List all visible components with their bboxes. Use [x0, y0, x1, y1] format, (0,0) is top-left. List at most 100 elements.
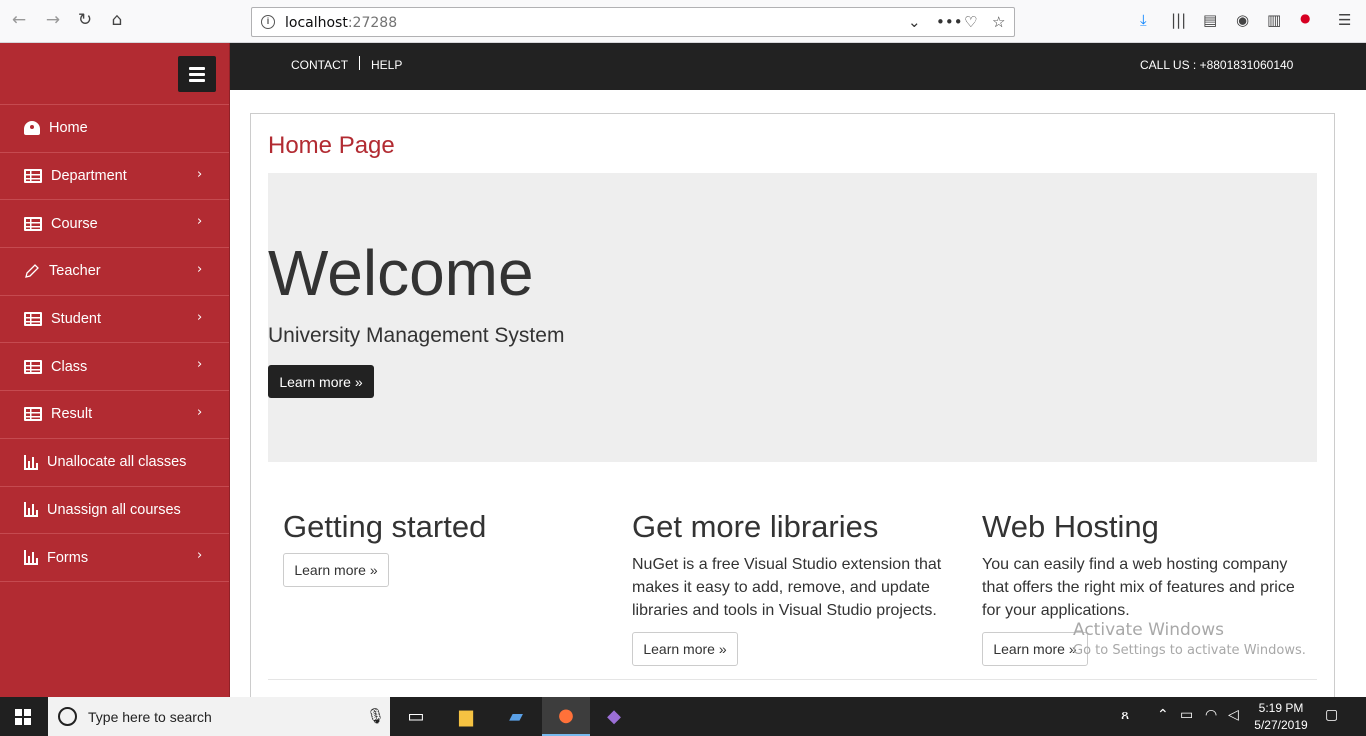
chevron-right-icon: › [197, 262, 203, 278]
taskbar: Type here to search 🎙 ▭ ▆ ▰ ● ◆ ጸ ⌃ ▭ ◠ … [0, 697, 1366, 736]
sidebar-item-label: Unassign all courses [47, 501, 181, 518]
chevron-right-icon: › [197, 214, 203, 230]
sidebar-item-course[interactable]: Course › [0, 200, 229, 249]
sidebar-item-label: Department [51, 168, 127, 185]
info-icon[interactable]: i [261, 15, 275, 29]
sidebar-list: Home Department › Course › Teacher › Student › Cl… [0, 105, 229, 582]
laptop-app-icon[interactable]: ▰ [492, 697, 540, 736]
pencil-icon [24, 263, 40, 279]
search-placeholder[interactable]: Type here to search [88, 709, 212, 725]
table-icon [24, 169, 42, 184]
sidebar-item-label: Student [51, 311, 101, 328]
sidebar-item-label: Home [49, 120, 88, 137]
show-hidden-icons-icon[interactable]: ⌃ [1157, 707, 1169, 723]
forward-icon[interactable]: → [42, 9, 64, 31]
sidebar-item-label: Result [51, 406, 93, 423]
extension-icon[interactable]: ▥ [1267, 11, 1281, 29]
watermark-subtitle: Go to Settings to activate Windows. [1073, 643, 1306, 658]
sidebar-item-unassign-all-courses[interactable]: Unassign all courses [0, 487, 229, 535]
bar-chart-icon [24, 550, 38, 566]
menu-icon[interactable]: ☰ [1338, 11, 1351, 29]
clock[interactable]: 5:19 PM 5/27/2019 [1250, 700, 1312, 734]
help-link[interactable]: HELP [371, 58, 402, 72]
table-icon [24, 359, 42, 374]
cortana-icon [58, 707, 77, 726]
url-text[interactable]: localhost:27288 [285, 15, 397, 31]
chevron-right-icon: › [197, 357, 203, 373]
call-us-text: CALL US : +8801831060140 [1140, 58, 1294, 72]
sidebar-item-forms[interactable]: Forms › [0, 534, 229, 582]
volume-icon[interactable]: ◁ [1228, 707, 1239, 723]
browser-toolbar: ← → ↻ ⌂ i localhost:27288 ⌄ ••• ♡ ☆ ⤓ ||… [0, 0, 1366, 43]
sidebar-toggle-icon[interactable]: ▤ [1203, 11, 1217, 29]
watermark-title: Activate Windows [1073, 620, 1224, 640]
page-title: Home Page [268, 132, 395, 159]
windows-start-icon[interactable] [15, 709, 32, 725]
sidebar-header [0, 43, 229, 105]
column-libraries: Get more libraries NuGet is a free Visua… [632, 509, 962, 666]
sidebar-item-teacher[interactable]: Teacher › [0, 248, 229, 296]
chevron-right-icon: › [197, 548, 203, 564]
jumbotron: Welcome University Management System Lea… [268, 173, 1317, 462]
wifi-icon[interactable]: ◠ [1205, 707, 1217, 723]
bar-chart-icon [24, 454, 38, 470]
task-view-icon[interactable]: ▭ [392, 697, 440, 736]
sidebar-item-label: Unallocate all classes [47, 454, 187, 471]
nav-separator [359, 56, 360, 70]
adblock-icon[interactable]: ● [1300, 11, 1310, 25]
pocket-icon[interactable]: ♡ [964, 13, 977, 31]
sidebar-item-student[interactable]: Student › [0, 296, 229, 344]
home-icon[interactable]: ⌂ [106, 9, 128, 31]
microphone-icon[interactable]: 🎙 [366, 707, 385, 725]
getting-started-learn-more-button[interactable]: Learn more » [283, 553, 389, 587]
reload-icon[interactable]: ↻ [74, 9, 96, 31]
column-getting-started: Getting started Learn more » [283, 509, 613, 587]
top-nav: CONTACT HELP CALL US : +8801831060140 [230, 43, 1366, 90]
firefox-icon[interactable]: ● [542, 697, 590, 736]
bookmark-star-icon[interactable]: ☆ [992, 13, 1005, 31]
library-icon[interactable]: ||| [1171, 11, 1186, 29]
libraries-learn-more-button[interactable]: Learn more » [632, 632, 738, 666]
chevron-right-icon: › [197, 309, 203, 325]
table-icon [24, 407, 42, 422]
bar-chart-icon [24, 502, 38, 518]
dashboard-icon [24, 121, 40, 136]
sidebar-item-label: Course [51, 215, 98, 232]
chevron-right-icon: › [197, 166, 203, 182]
hamburger-menu-button[interactable] [178, 56, 216, 92]
taskbar-search[interactable]: Type here to search 🎙 [48, 697, 390, 736]
back-icon[interactable]: ← [8, 9, 30, 31]
address-bar[interactable]: i localhost:27288 ⌄ ••• ♡ ☆ [251, 7, 1015, 37]
jumbotron-subtitle: University Management System [268, 324, 565, 347]
chevron-right-icon: › [197, 405, 203, 421]
column-heading: Get more libraries [632, 509, 879, 544]
column-heading: Getting started [283, 509, 487, 544]
jumbotron-learn-more-button[interactable]: Learn more » [268, 365, 374, 398]
column-text: You can easily find a web hosting compan… [982, 556, 1295, 619]
sidebar-item-label: Forms [47, 549, 89, 566]
sidebar-item-department[interactable]: Department › [0, 153, 229, 201]
sidebar: Home Department › Course › Teacher › Student › Cl… [0, 43, 230, 697]
table-icon [24, 312, 42, 327]
contact-link[interactable]: CONTACT [291, 58, 348, 72]
account-icon[interactable]: ◉ [1236, 11, 1249, 29]
sidebar-item-class[interactable]: Class › [0, 343, 229, 392]
file-explorer-icon[interactable]: ▆ [442, 697, 490, 736]
activate-windows-watermark: Activate Windows Go to Settings to activ… [1073, 620, 1306, 658]
notifications-icon[interactable]: ▢ [1325, 707, 1338, 723]
download-icon[interactable]: ⤓ [1140, 11, 1147, 29]
people-icon[interactable]: ጸ [1121, 707, 1129, 723]
sidebar-item-label: Teacher [49, 263, 101, 280]
page-actions-icon[interactable]: ••• [936, 13, 963, 31]
clock-date: 5/27/2019 [1254, 718, 1308, 732]
welcome-heading: Welcome [268, 237, 534, 309]
sidebar-item-label: Class [51, 358, 88, 375]
visual-studio-icon[interactable]: ◆ [590, 697, 638, 736]
sidebar-item-result[interactable]: Result › [0, 391, 229, 439]
sidebar-item-home[interactable]: Home [0, 105, 229, 153]
dropdown-icon[interactable]: ⌄ [908, 13, 921, 31]
column-text: NuGet is a free Visual Studio extension … [632, 556, 942, 619]
battery-icon[interactable]: ▭ [1180, 707, 1193, 723]
sidebar-item-unallocate-all-classes[interactable]: Unallocate all classes [0, 439, 229, 487]
table-icon [24, 216, 42, 231]
